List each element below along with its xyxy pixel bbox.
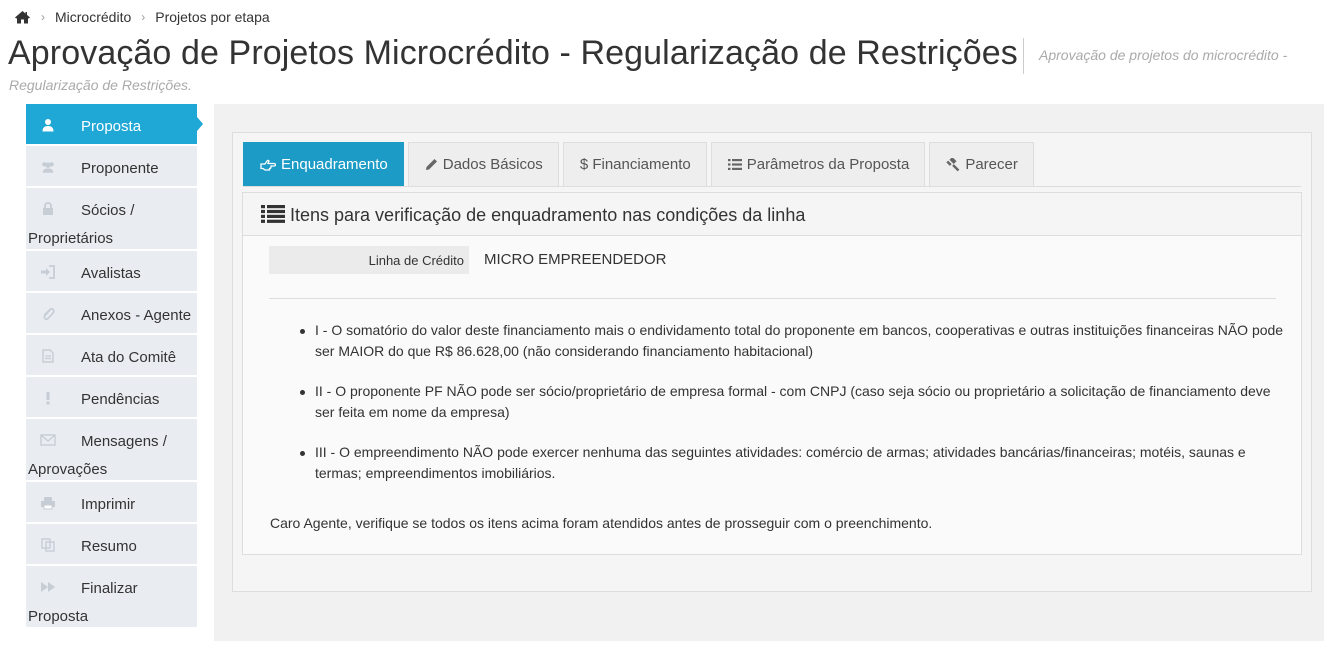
- page-subtitle: Aprovação de projetos do microcrédito -: [1039, 47, 1288, 63]
- tab-parametros-proposta[interactable]: Parâmetros da Proposta: [710, 142, 926, 186]
- sidebar-item-proposta[interactable]: Proposta: [26, 104, 203, 146]
- sidebar-item-label-continued: Proposta: [28, 608, 89, 625]
- credit-line-label: Linha de Crédito: [269, 246, 469, 274]
- sidebar-item-label: Proponente: [81, 160, 159, 177]
- panel-title: Itens para verificação de enquadramento …: [290, 205, 806, 225]
- sidebar-item-label: Finalizar: [81, 580, 138, 597]
- sidebar-item-resumo[interactable]: Resumo: [26, 524, 197, 566]
- document-icon: [40, 348, 56, 364]
- chevron-right-icon: ›: [41, 10, 45, 24]
- tab-bar: Enquadramento Dados Básicos $ Financiame…: [243, 142, 1038, 186]
- list-icon: [261, 205, 285, 228]
- tab-label: Parecer: [965, 156, 1018, 173]
- divider: [269, 298, 1276, 299]
- sidebar-item-label: Imprimir: [81, 496, 136, 513]
- hand-point-icon: [260, 159, 276, 171]
- sidebar-item-label: Resumo: [81, 538, 137, 555]
- sidebar-item-ata-comite[interactable]: Ata do Comitê: [26, 335, 197, 377]
- tab-label: Parâmetros da Proposta: [746, 156, 910, 173]
- credit-line-value: MICRO EMPREENDEDOR: [484, 251, 667, 268]
- sidebar-item-label-continued: Proprietários: [28, 230, 114, 247]
- copy-icon: [40, 537, 56, 553]
- sidebar-item-label: Anexos - Agente: [81, 307, 192, 324]
- lock-icon: [40, 201, 56, 217]
- list-item: I - O somatório do valor deste financiam…: [295, 320, 1285, 362]
- page-subtitle-continued: Regularização de Restrições.: [9, 77, 192, 93]
- sidebar-item-mensagens[interactable]: Mensagens / Aprovações: [26, 419, 197, 482]
- print-icon: [40, 495, 56, 511]
- tab-financiamento[interactable]: $ Financiamento: [562, 142, 707, 186]
- tab-dados-basicos[interactable]: Dados Básicos: [407, 142, 559, 186]
- sidebar-item-label: Pendências: [81, 391, 160, 408]
- users-icon: [40, 159, 56, 175]
- panel-header: Itens para verificação de enquadramento …: [243, 193, 1301, 236]
- exclamation-icon: [40, 390, 56, 406]
- paperclip-icon: [40, 306, 56, 322]
- title-divider: [1023, 38, 1024, 74]
- list-item: II - O proponente PF NÃO pode ser sócio/…: [295, 381, 1285, 423]
- list-item: III - O empreendimento NÃO pode exercer …: [295, 442, 1285, 484]
- user-icon: [40, 117, 56, 133]
- sidebar-item-label-continued: Aprovações: [28, 461, 108, 478]
- envelope-icon: [40, 432, 56, 448]
- sidebar-item-avalistas[interactable]: Avalistas: [26, 251, 197, 293]
- sidebar-item-imprimir[interactable]: Imprimir: [26, 482, 197, 524]
- sidebar-item-pendencias[interactable]: Pendências: [26, 377, 197, 419]
- tab-label: Dados Básicos: [442, 156, 543, 173]
- tab-label: $ Financiamento: [579, 156, 691, 173]
- enquadramento-panel: Itens para verificação de enquadramento …: [242, 192, 1302, 555]
- sidebar-item-label: Mensagens /: [81, 433, 167, 450]
- chevron-right-icon: ›: [141, 10, 146, 24]
- breadcrumb-item-microcredito[interactable]: Microcrédito: [55, 9, 131, 25]
- sidebar-item-label: Avalistas: [81, 265, 141, 282]
- sidebar-item-label: Ata do Comitê: [81, 349, 177, 366]
- agent-note: Caro Agente, verifique se todos os itens…: [270, 515, 933, 531]
- criteria-list: I - O somatório do valor deste financiam…: [295, 320, 1285, 503]
- pencil-icon: [425, 158, 438, 171]
- tab-divider: [243, 186, 1301, 187]
- fast-forward-icon: [40, 579, 56, 595]
- breadcrumb: › Microcrédito › Projetos por etapa: [14, 8, 270, 26]
- sidebar-nav: Proposta Proponente Sócios / Proprietári…: [26, 104, 203, 629]
- sidebar-item-label: Proposta: [81, 118, 142, 135]
- page-title: Aprovação de Projetos Microcrédito - Reg…: [8, 34, 1018, 72]
- home-icon[interactable]: [14, 10, 31, 24]
- tab-parecer[interactable]: Parecer: [929, 142, 1034, 186]
- sign-in-icon: [40, 264, 56, 280]
- sidebar-item-label: Sócios /: [81, 202, 135, 219]
- sidebar-item-finalizar[interactable]: Finalizar Proposta: [26, 566, 197, 629]
- tab-enquadramento[interactable]: Enquadramento: [243, 142, 404, 186]
- sidebar-item-proponente[interactable]: Proponente: [26, 146, 197, 188]
- list-icon: [727, 159, 742, 170]
- sidebar-item-socios[interactable]: Sócios / Proprietários: [26, 188, 197, 251]
- gavel-icon: [946, 157, 960, 172]
- breadcrumb-item-projetos[interactable]: Projetos por etapa: [155, 9, 269, 25]
- tab-label: Enquadramento: [281, 156, 388, 173]
- sidebar-item-anexos[interactable]: Anexos - Agente: [26, 293, 197, 335]
